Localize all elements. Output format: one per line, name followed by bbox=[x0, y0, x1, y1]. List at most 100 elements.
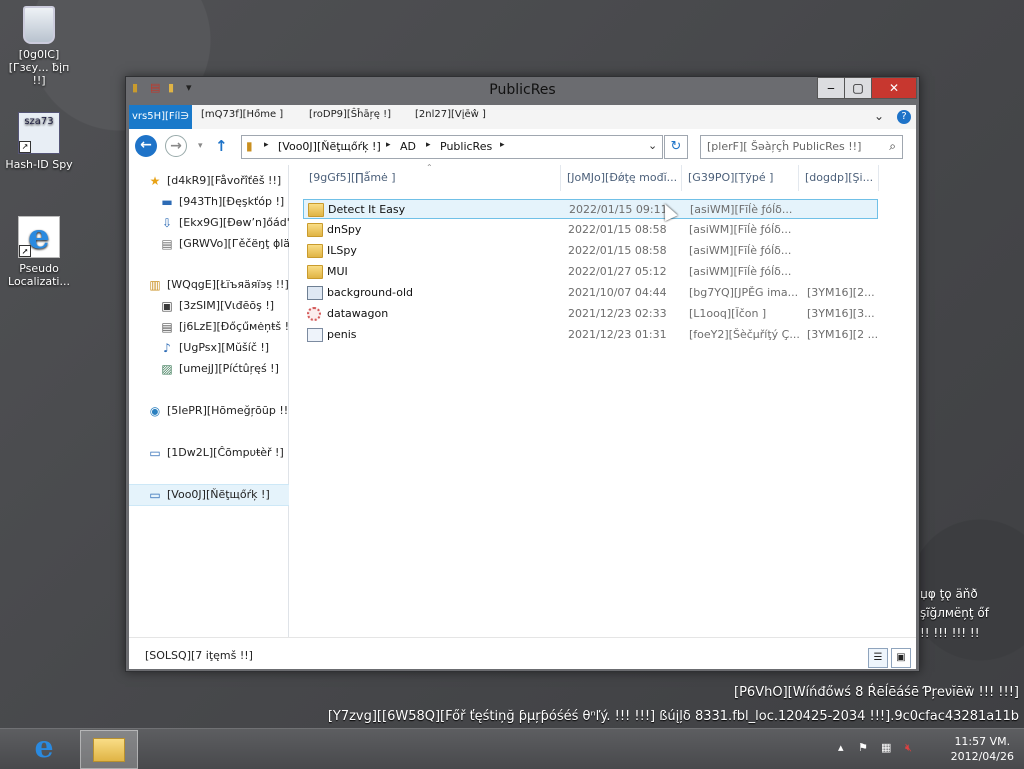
table-row[interactable]: dnSpy 2022/01/15 08:58 [asiWM][Fīĺè ƒóĺδ… bbox=[303, 220, 878, 240]
breadcrumb-separator-icon: ▸ bbox=[500, 140, 505, 150]
internet-explorer-icon: e bbox=[34, 730, 54, 765]
breadcrumb-separator-icon: ▸ bbox=[264, 140, 269, 150]
file-type: [bg7YQ][JΡĚG ima... bbox=[689, 286, 799, 299]
nav-item-libraries[interactable]: ▥ [WQqgE][Łїъяäяïэş !!] bbox=[129, 275, 306, 295]
large-icons-view-button[interactable]: ▣ bbox=[891, 648, 911, 668]
show-hidden-icons-icon[interactable]: ▴ bbox=[838, 741, 844, 754]
tab-share[interactable]: [roDP9][Ŝĥāŗę !] bbox=[309, 109, 391, 120]
internet-explorer-icon: e ↗ bbox=[18, 216, 60, 258]
back-button[interactable]: ← bbox=[135, 135, 157, 157]
file-size: [3YM16][2 ... bbox=[807, 328, 879, 341]
nav-item-label: [943Th][Ðęşkťóp !] bbox=[179, 195, 285, 208]
ribbon-tabs: vrs5H][Fíl∋ [mQ73f][Hőme ] [roDP9][Ŝĥāŗę… bbox=[129, 105, 916, 129]
network-icon: ▭ bbox=[149, 488, 161, 502]
file-name: Detect It Easy bbox=[328, 203, 406, 216]
breadcrumb-publicres[interactable]: PublicRes bbox=[440, 140, 492, 153]
search-box[interactable]: [plerF][ Šəàŗçĥ PublicRes !!] ⌕ bbox=[700, 135, 903, 159]
file-type: [L1ooq][Ĭčon ] bbox=[689, 307, 767, 320]
action-center-flag-icon[interactable]: ⚑ bbox=[858, 741, 868, 754]
system-clock[interactable]: 11:57 VM. 2012/04/26 bbox=[951, 734, 1014, 764]
tab-view[interactable]: [2nl27][Vįēŵ ] bbox=[415, 109, 486, 120]
table-row[interactable]: MUI 2022/01/27 05:12 [asiWM][Fīĺè ƒóĺδ..… bbox=[303, 262, 878, 282]
file-size: [3YM16][2... bbox=[807, 286, 875, 299]
file-name: ILSpy bbox=[327, 244, 357, 257]
navigation-bar: ← → ▾ ↑ ▮ ▸ [Voo0J][Ňẽţщőŕķ !] ▸ AD ▸ Pu… bbox=[129, 129, 916, 165]
table-row[interactable]: Detect It Easy 2022/01/15 09:11 [asiWM][… bbox=[303, 199, 878, 219]
videos-icon: ▣ bbox=[161, 299, 173, 313]
details-view-button[interactable]: ☰ bbox=[868, 648, 888, 668]
file-name: background-old bbox=[327, 286, 414, 299]
volume-muted-icon[interactable]: 🔇︎ bbox=[905, 741, 912, 755]
network-icon: ▮ bbox=[246, 139, 253, 153]
build-watermark-line2: [Y7zvg][[6W58Q][Főř ťęśtiņğ ƥµŗƥóśéś θⁿľ… bbox=[327, 709, 1019, 724]
certificate-file-icon bbox=[307, 328, 323, 342]
up-button[interactable]: ↑ bbox=[215, 137, 228, 155]
nav-item-label: [1Dw2L][Ĉõmpυŧèř !] bbox=[167, 446, 284, 459]
title-bar[interactable]: ▮ ▤ ▮ ▾ PublicRes ‒ ▢ ✕ bbox=[126, 77, 919, 105]
file-date: 2022/01/15 08:58 bbox=[568, 223, 667, 236]
status-bar: [SOLSQ][7 іţęmš !!] ☰ ▣ bbox=[129, 637, 916, 669]
nav-item-label: [5IePR][Hōmeğŗōūp !!] bbox=[167, 404, 293, 417]
nav-item-label: [umejJ][Píćtûŗęś !] bbox=[179, 362, 279, 375]
shortcut-arrow-icon: ↗ bbox=[19, 141, 31, 153]
background-text-line: џφ ţǫ äňð bbox=[920, 587, 978, 601]
music-icon: ♪ bbox=[163, 341, 171, 355]
taskbar-file-explorer[interactable] bbox=[80, 730, 138, 769]
file-name: datawagon bbox=[327, 307, 389, 320]
folder-icon bbox=[307, 244, 323, 258]
help-icon[interactable]: ? bbox=[897, 110, 911, 124]
taskbar: e ▴ ⚑ ▦ 🔇︎ 11:57 VM. 2012/04/26 bbox=[0, 728, 1024, 769]
nav-item-label: [UgPsx][Mŭšíč !] bbox=[179, 341, 270, 354]
computer-icon: ▭ bbox=[149, 446, 161, 460]
file-date: 2021/12/23 02:33 bbox=[568, 307, 667, 320]
folder-icon bbox=[307, 223, 323, 237]
forward-button[interactable]: → bbox=[165, 135, 187, 157]
file-name: penis bbox=[327, 328, 357, 341]
hash-id-spy-glyph: sza73 bbox=[24, 116, 54, 127]
nav-item-homegroup[interactable]: ◉ [5IePR][Hōmeğŗōūp !!] bbox=[129, 401, 306, 421]
breadcrumb-separator-icon: ▸ bbox=[426, 140, 431, 150]
tab-file[interactable]: vrs5H][Fíl∋ bbox=[129, 105, 192, 129]
refresh-button[interactable]: ↻ bbox=[664, 135, 688, 159]
address-dropdown-icon[interactable]: ⌄ bbox=[648, 139, 657, 152]
address-bar[interactable]: ▮ ▸ [Voo0J][Ňẽţщőŕķ !] ▸ AD ▸ PublicRes … bbox=[241, 135, 663, 159]
taskbar-internet-explorer[interactable]: e bbox=[16, 730, 72, 767]
nav-item-computer[interactable]: ▭ [1Dw2L][Ĉõmpυŧèř !] bbox=[129, 443, 306, 463]
table-row[interactable]: datawagon 2021/12/23 02:33 [L1ooq][Ĭčon … bbox=[303, 304, 878, 324]
breadcrumb-separator-icon: ▸ bbox=[386, 140, 391, 150]
explorer-window: ▮ ▤ ▮ ▾ PublicRes ‒ ▢ ✕ vrs5H][Fíl∋ [mQ7… bbox=[125, 76, 920, 672]
build-watermark-line1: [P6VhO][Wíńđőwś 8 Ŕēĺēáśē Ƥŗеνĭēẅ !!! !!… bbox=[734, 685, 1019, 700]
folder-icon bbox=[308, 203, 324, 217]
recent-locations-icon[interactable]: ▾ bbox=[198, 141, 203, 151]
desktop-icon-label: [0g0IC][Гзєу... ƀįп !!] bbox=[8, 48, 70, 87]
table-row[interactable]: ILSpy 2022/01/15 08:58 [asiWM][Fīĺè ƒóĺδ… bbox=[303, 241, 878, 261]
desktop-icon-recycle-bin[interactable]: [0g0IC][Гзєу... ƀįп !!] bbox=[4, 6, 74, 87]
downloads-icon: ⇩ bbox=[161, 216, 173, 230]
search-icon[interactable]: ⌕ bbox=[889, 139, 896, 154]
nav-item-favorites[interactable]: ★ [d4kR9][Fåvořîťēš !!] bbox=[129, 171, 306, 191]
desktop-icon-pseudo-localization[interactable]: e ↗ Pseudo Localizati... bbox=[4, 216, 74, 288]
hash-id-spy-icon: sza73 ↗ bbox=[18, 112, 60, 154]
file-name: dnSpy bbox=[327, 223, 362, 236]
column-header-date-modified[interactable]: [JoMJo][Ðǿţę mоđĭ... bbox=[561, 165, 682, 191]
recycle-bin-icon bbox=[23, 6, 55, 44]
breadcrumb-network[interactable]: [Voo0J][Ňẽţщőŕķ !] bbox=[278, 140, 381, 153]
expand-ribbon-icon[interactable]: ⌄ bbox=[874, 109, 884, 123]
file-date: 2021/12/23 01:31 bbox=[568, 328, 667, 341]
column-header-size[interactable]: [dogdp][Şi... bbox=[799, 165, 879, 191]
table-row[interactable]: penis 2021/12/23 01:31 [foeY2][Šèčµříţý … bbox=[303, 325, 878, 345]
network-status-icon[interactable]: ▦ bbox=[881, 741, 891, 754]
nav-item-label: [Voo0J][Ňẽţщőŕķ !] bbox=[167, 488, 270, 501]
file-list: [9gGf5][∏ǻmė ] [JoMJo][Ðǿţę mоđĭ... [G39… bbox=[289, 163, 916, 637]
nav-item-label: [3zSIM][Vιđēōş !] bbox=[179, 299, 275, 312]
tab-home[interactable]: [mQ73f][Hőme ] bbox=[201, 109, 283, 120]
desktop-icon-hash-id-spy[interactable]: sza73 ↗ Hash-ID Spy bbox=[4, 112, 74, 171]
nav-item-network[interactable]: ▭ [Voo0J][Ňẽţщőŕķ !] bbox=[129, 484, 306, 506]
close-button[interactable]: ✕ bbox=[871, 77, 917, 99]
minimize-button[interactable]: ‒ bbox=[817, 77, 845, 99]
table-row[interactable]: background-old 2021/10/07 04:44 [bg7YQ][… bbox=[303, 283, 878, 303]
maximize-button[interactable]: ▢ bbox=[844, 77, 872, 99]
desktop-icon-label: Hash-ID Spy bbox=[5, 158, 73, 171]
breadcrumb-ad[interactable]: AD bbox=[400, 140, 416, 153]
column-header-type[interactable]: [G39PO][Ţÿpé ] bbox=[682, 165, 799, 191]
